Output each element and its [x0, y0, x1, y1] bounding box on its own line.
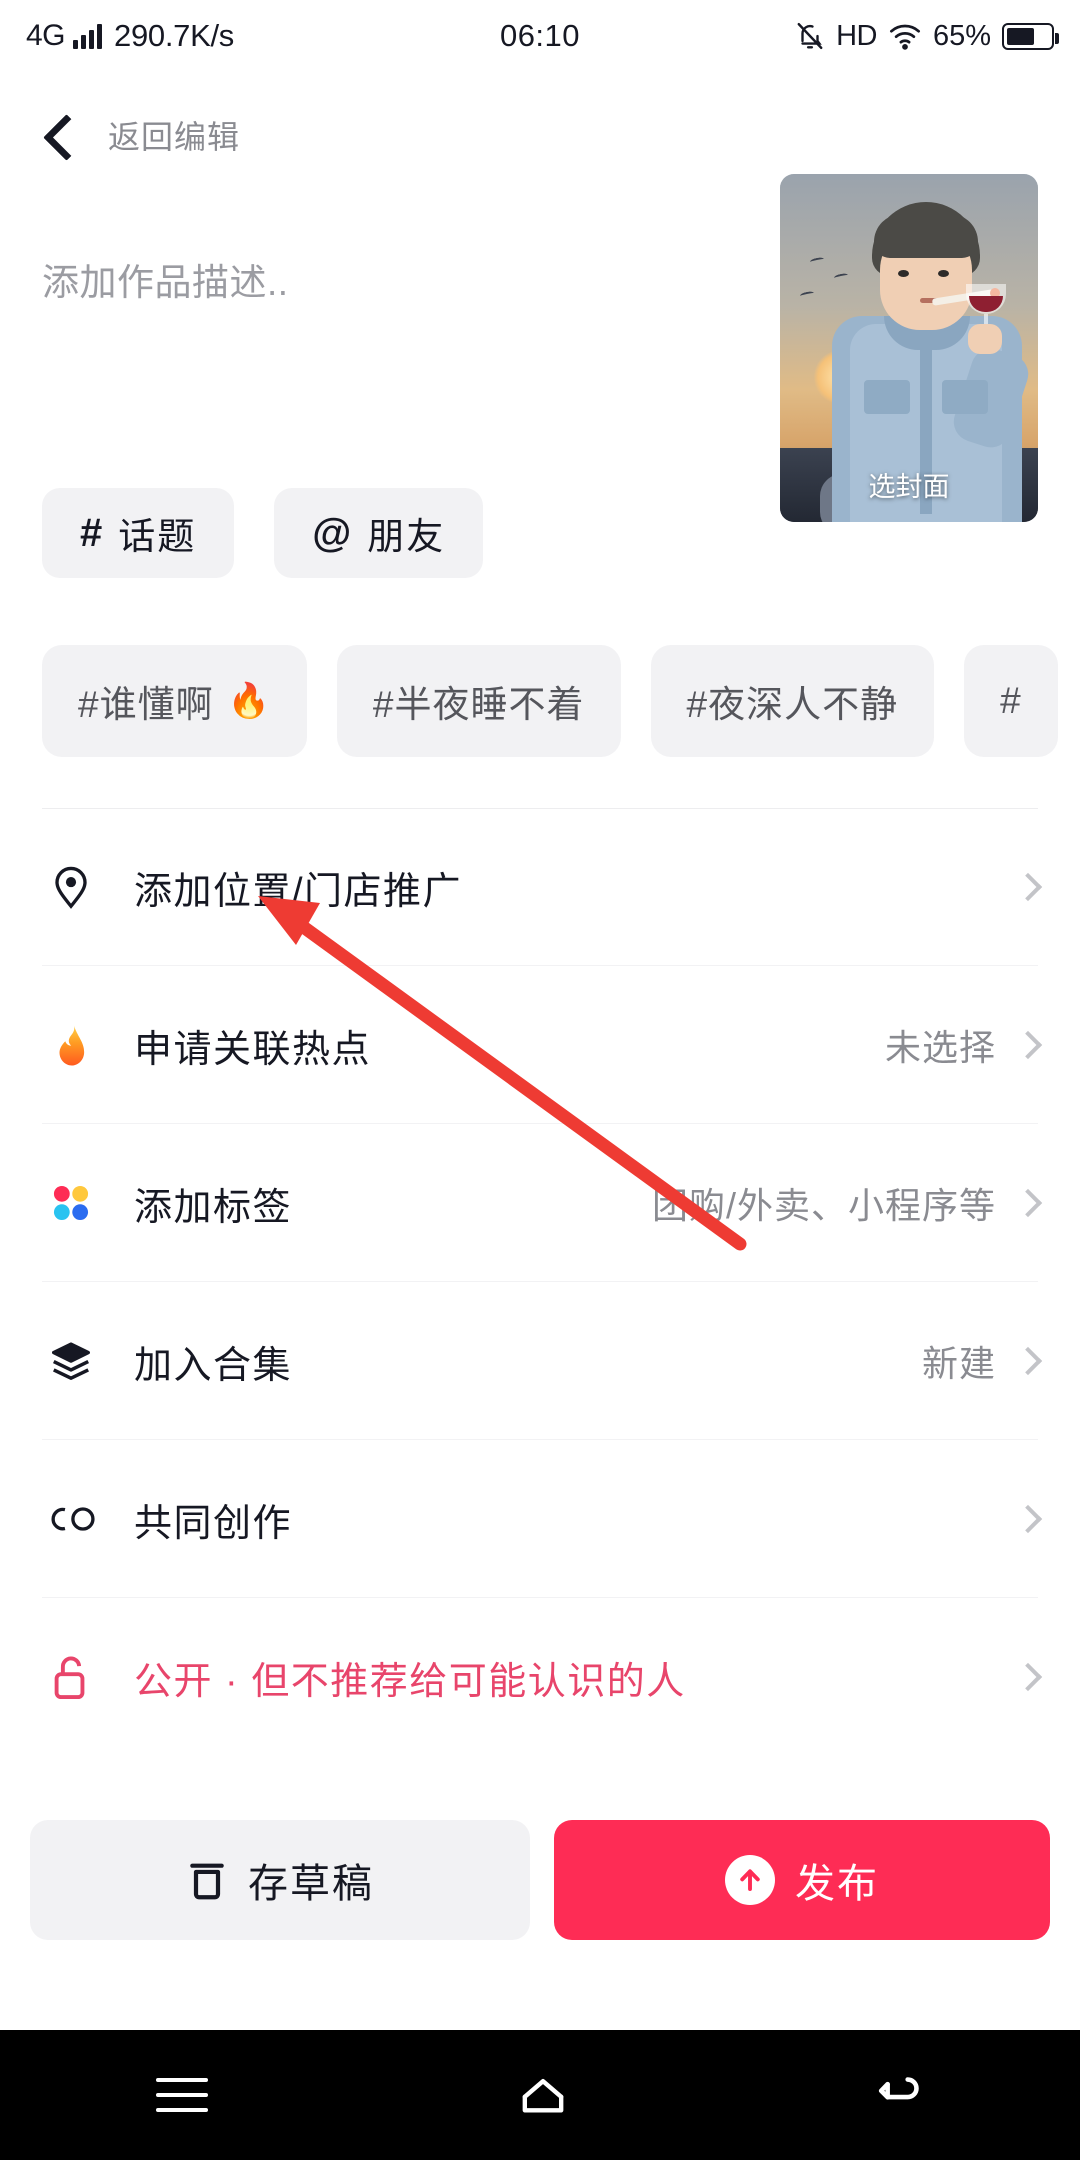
network-type-label: 4G: [26, 19, 66, 52]
row-co-creation[interactable]: 共同创作: [0, 1440, 1080, 1598]
hash-icon: #: [80, 510, 105, 555]
row-add-tag[interactable]: 添加标签 团购/外卖、小程序等: [0, 1124, 1080, 1282]
status-bar-left: 4G 290.7K/s: [26, 18, 234, 54]
fire-emoji-icon: 🔥: [227, 682, 271, 720]
arrow-up-circle-icon: [725, 1855, 775, 1905]
chevron-right-icon: [1013, 1504, 1043, 1534]
cover-select-label[interactable]: 选封面: [780, 465, 1038, 504]
battery-percent-label: 65%: [932, 19, 991, 52]
flame-icon: [42, 1022, 100, 1068]
back-to-edit-label[interactable]: 返回编辑: [108, 112, 240, 158]
hashtag-chip-label: #夜深人不静: [686, 684, 899, 725]
chevron-right-icon: [1013, 1346, 1043, 1376]
row-label: 公开 · 但不推荐给可能认识的人: [134, 1660, 686, 1703]
tag-dots-icon: [42, 1181, 100, 1225]
bell-muted-icon: [795, 20, 825, 52]
save-draft-label: 存草稿: [248, 1862, 374, 1906]
row-value: 团购/外卖、小程序等: [651, 1185, 996, 1226]
hashtag-chip-label: #: [1000, 680, 1022, 721]
publish-button[interactable]: 发布: [554, 1820, 1050, 1940]
at-icon: @: [312, 510, 354, 555]
friend-chip[interactable]: @ 朋友: [274, 488, 484, 578]
description-area: 添加作品描述.. 选封面: [0, 174, 1080, 522]
save-draft-button[interactable]: 存草稿: [30, 1820, 530, 1940]
menu-icon[interactable]: [155, 2078, 208, 2112]
row-value: 未选择: [884, 1027, 996, 1068]
hashtag-chip-label: #谁懂啊: [78, 684, 214, 725]
topic-chip-label: 话题: [118, 516, 197, 557]
chevron-right-icon: [1013, 1030, 1043, 1060]
chevron-right-icon: [1013, 872, 1043, 902]
network-speed-label: 290.7K/s: [114, 18, 234, 53]
app-screen: 4G 290.7K/s 06:10 HD 65% 返回编辑 添加作品描述.. 选…: [0, 0, 1080, 2160]
cover-thumbnail[interactable]: 选封面: [780, 174, 1038, 522]
status-bar-right: HD 65%: [795, 19, 1059, 53]
chevron-right-icon: [1013, 1662, 1043, 1692]
row-privacy-setting[interactable]: 公开 · 但不推荐给可能认识的人: [0, 1598, 1080, 1756]
friend-chip-label: 朋友: [367, 516, 446, 557]
battery-icon: [1002, 22, 1059, 50]
save-draft-icon: [186, 1858, 228, 1902]
publish-label: 发布: [795, 1862, 879, 1906]
location-pin-icon: [42, 864, 100, 910]
row-apply-hotspot[interactable]: 申请关联热点 未选择: [0, 966, 1080, 1124]
bottom-action-bar: 存草稿 发布: [0, 1800, 1080, 1960]
layers-icon: [42, 1339, 100, 1383]
row-add-location[interactable]: 添加位置/门店推广: [0, 808, 1080, 966]
row-value: 新建: [921, 1343, 996, 1384]
hd-label: HD: [836, 19, 877, 52]
home-icon[interactable]: [519, 2075, 567, 2115]
row-label: 添加标签: [134, 1186, 293, 1229]
hashtag-chip[interactable]: #谁懂啊 🔥: [42, 645, 307, 757]
hashtag-suggestion-row[interactable]: #谁懂啊 🔥 #半夜睡不着 #夜深人不静 #: [42, 645, 1058, 757]
unlock-icon: [42, 1653, 100, 1701]
back-arrow-icon[interactable]: [878, 2074, 924, 2116]
wifi-icon: [888, 21, 922, 51]
hashtag-chip[interactable]: #: [964, 645, 1058, 757]
row-label: 申请关联热点: [134, 1028, 372, 1071]
row-label: 加入合集: [134, 1344, 293, 1387]
row-label: 共同创作: [134, 1502, 293, 1545]
co-create-icon: [42, 1501, 100, 1537]
topic-chip[interactable]: # 话题: [42, 488, 235, 578]
android-system-nav: [0, 2030, 1080, 2160]
chevron-left-icon[interactable]: [40, 118, 74, 152]
status-bar: 4G 290.7K/s 06:10 HD 65%: [0, 0, 1080, 72]
top-navigation-bar: 返回编辑: [0, 90, 1080, 180]
insert-chip-row: # 话题 @ 朋友: [42, 488, 484, 578]
hashtag-chip-label: #半夜睡不着: [372, 684, 585, 725]
row-label: 添加位置/门店推广: [134, 870, 463, 913]
chevron-right-icon: [1013, 1188, 1043, 1218]
signal-bars-icon: [73, 23, 103, 49]
row-join-collection[interactable]: 加入合集 新建: [0, 1282, 1080, 1440]
option-list: 添加位置/门店推广 申请关联热点 未选择 添加标签 团购/外卖、小程序等 加入合…: [0, 808, 1080, 1756]
hashtag-chip[interactable]: #半夜睡不着: [336, 645, 621, 757]
description-input[interactable]: 添加作品描述..: [42, 252, 289, 306]
hashtag-chip[interactable]: #夜深人不静: [650, 645, 935, 757]
